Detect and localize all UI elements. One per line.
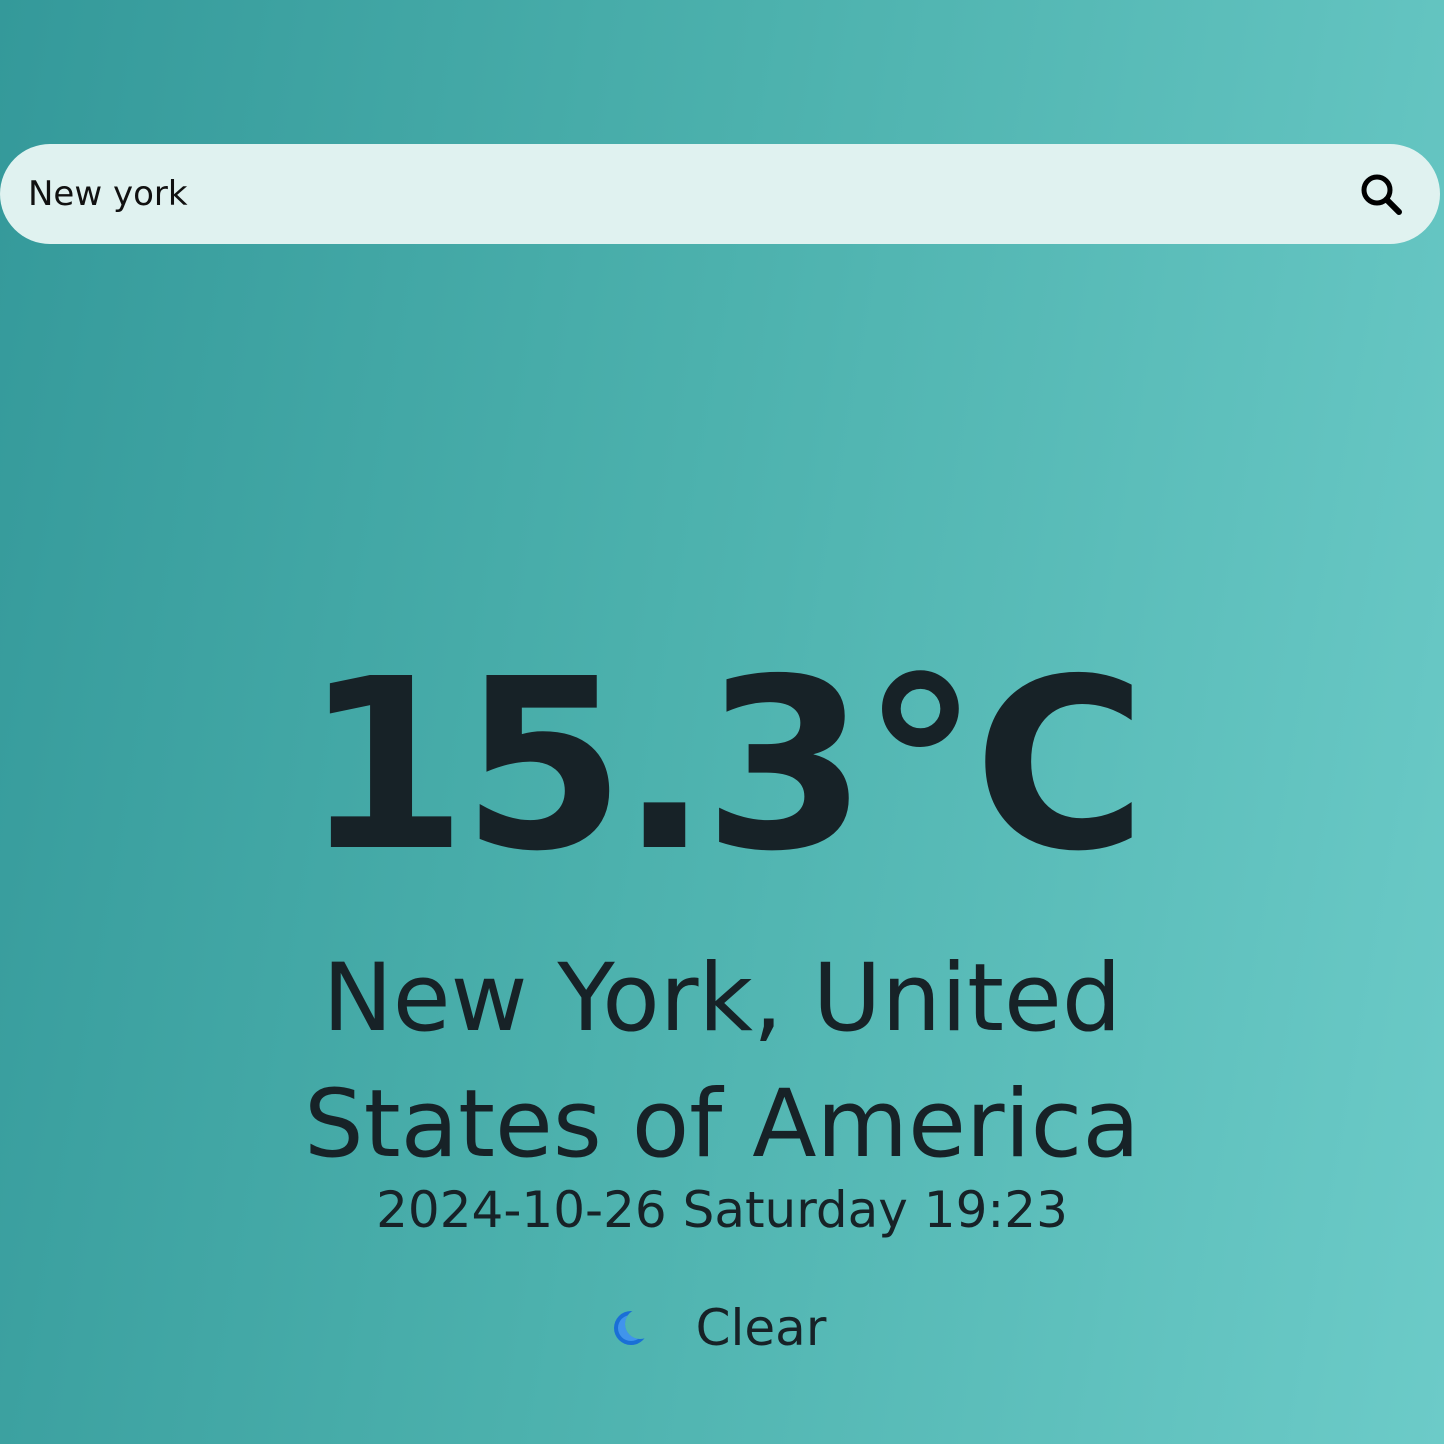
search-input[interactable] — [28, 144, 1328, 244]
location-name: New York, United States of America — [304, 944, 1140, 1179]
moon-icon — [610, 1308, 650, 1348]
search-icon — [1361, 174, 1402, 215]
condition-label: Clear — [695, 1299, 827, 1357]
temperature: 15.3°C — [303, 628, 1146, 903]
local-datetime: 2024-10-26 Saturday 19:23 — [376, 1181, 1068, 1239]
search-button[interactable] — [1352, 166, 1410, 222]
search-bar — [0, 144, 1440, 244]
weather-condition: Clear — [0, 1296, 1444, 1360]
